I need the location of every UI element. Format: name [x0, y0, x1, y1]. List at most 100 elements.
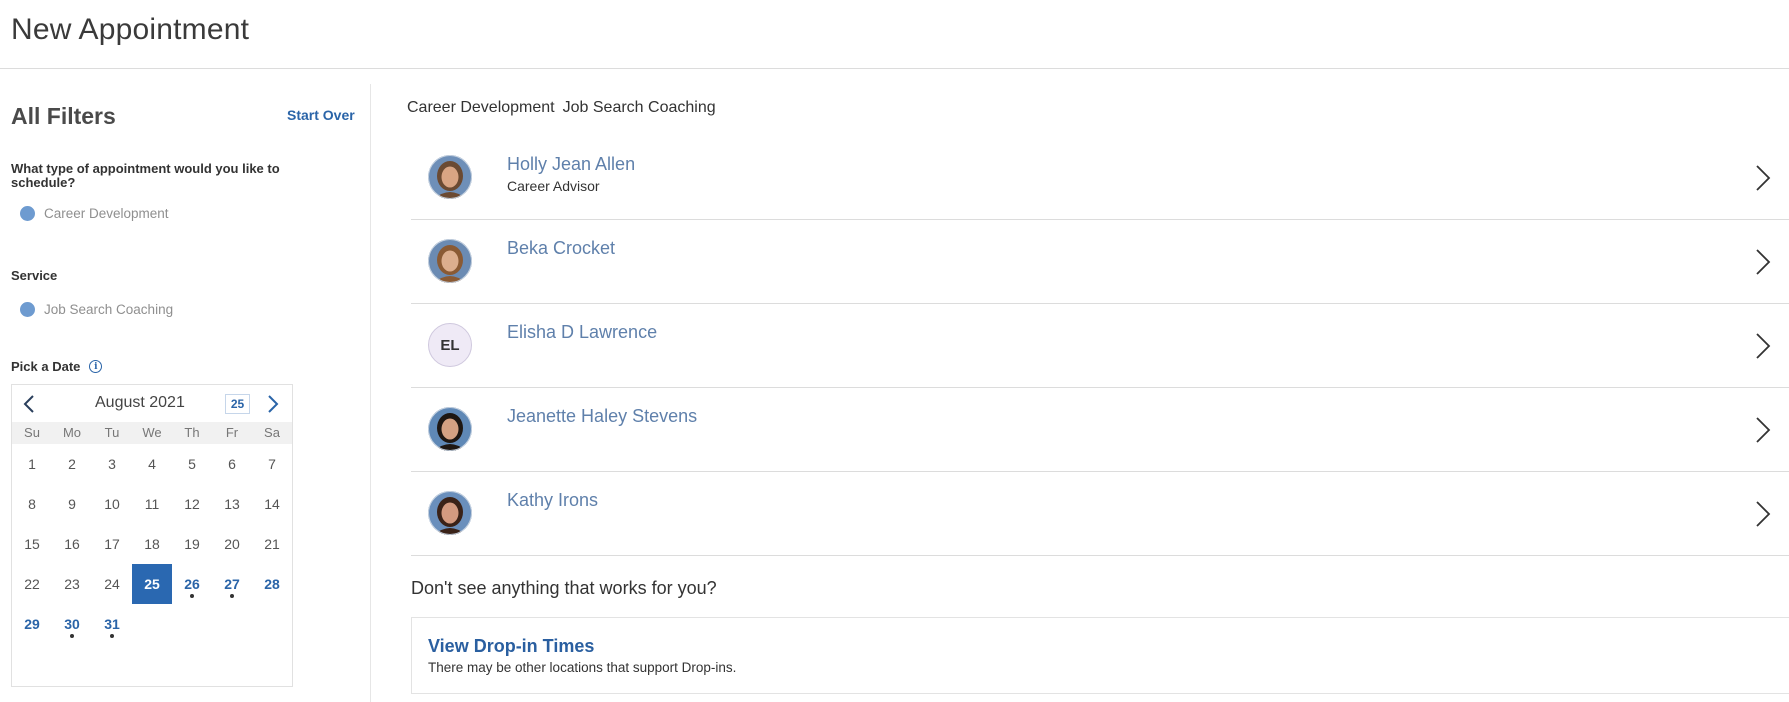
calendar-day: 3	[92, 444, 132, 484]
calendar-day-number: 30	[64, 616, 80, 632]
calendar-day: 1	[12, 444, 52, 484]
chevron-right-icon[interactable]	[1754, 500, 1772, 528]
calendar-day-number: 4	[148, 456, 156, 472]
calendar-day: 6	[212, 444, 252, 484]
weekday-label: We	[142, 425, 162, 440]
drop-in-subtitle: There may be other locations that suppor…	[428, 660, 737, 675]
chevron-right-icon[interactable]	[1754, 416, 1772, 444]
calendar-day: 12	[172, 484, 212, 524]
calendar-day-number: 29	[24, 616, 40, 632]
start-over-link[interactable]: Start Over	[287, 107, 355, 123]
staff-name-link[interactable]: Elisha D Lawrence	[507, 322, 657, 343]
calendar-day[interactable]: 26	[172, 564, 212, 604]
appointment-type-question: What type of appointment would you like …	[11, 161, 280, 190]
calendar-day[interactable]: 25	[132, 564, 172, 604]
calendar-day[interactable]: 30	[52, 604, 92, 644]
calendar-day-number: 9	[68, 496, 76, 512]
calendar-month-label: August 2021	[95, 394, 185, 411]
calendar-day: 13	[212, 484, 252, 524]
calendar-day-number: 18	[144, 536, 160, 552]
calendar-day-number: 20	[224, 536, 240, 552]
calendar-day-grid: 1 2 3 4 5 6 7 8 9 10 11 12 13 14 15 16 17 18 19 20 21 22 23 24 2…	[12, 444, 292, 644]
drop-in-link[interactable]: View Drop-in Times	[428, 636, 594, 657]
chevron-right-icon[interactable]	[263, 393, 283, 415]
avatar-photo	[428, 239, 472, 283]
calendar-day: 23	[52, 564, 92, 604]
calendar-day-number: 8	[28, 496, 36, 512]
drop-in-card[interactable]: View Drop-in Times There may be other lo…	[411, 617, 1789, 694]
calendar-day-number: 7	[268, 456, 276, 472]
weekday-label: Fr	[225, 425, 239, 440]
calendar-day-number: 23	[64, 576, 80, 592]
calendar-day[interactable]: 29	[12, 604, 52, 644]
calendar-day: 18	[132, 524, 172, 564]
staff-row[interactable]: Holly Jean Allen Career Advisor	[411, 136, 1789, 220]
radio-selected-icon	[20, 206, 35, 221]
calendar-day-number: 10	[104, 496, 120, 512]
appointment-type-label: Career Development	[44, 206, 169, 221]
staff-row[interactable]: EL Elisha D Lawrence	[411, 304, 1789, 388]
weekday-label: Tu	[104, 425, 120, 440]
avatar-photo	[428, 491, 472, 535]
chevron-right-icon[interactable]	[1754, 248, 1772, 276]
calendar-day[interactable]: 28	[252, 564, 292, 604]
service-label: Service	[11, 268, 58, 283]
sidebar-divider	[370, 84, 371, 702]
weekday-label: Sa	[264, 425, 280, 440]
avatar-photo	[428, 155, 472, 199]
calendar-day: 19	[172, 524, 212, 564]
calendar-day: 17	[92, 524, 132, 564]
calendar-day: 9	[52, 484, 92, 524]
date-picker-calendar: August 2021 25 Su Mo Tu We Th Fr Sa 1234…	[11, 384, 293, 687]
staff-name-link[interactable]: Jeanette Haley Stevens	[507, 406, 697, 427]
calendar-day: 14	[252, 484, 292, 524]
calendar-day: 8	[12, 484, 52, 524]
calendar-day: 10	[92, 484, 132, 524]
staff-row[interactable]: Kathy Irons	[411, 472, 1789, 556]
calendar-day-number: 28	[264, 576, 280, 592]
calendar-day-number: 11	[144, 496, 160, 512]
chevron-right-icon[interactable]	[1754, 332, 1772, 360]
calendar-day-number: 5	[188, 456, 196, 472]
service-option[interactable]: Job Search Coaching	[20, 302, 173, 317]
calendar-day-number: 12	[184, 496, 200, 512]
calendar-day: 20	[212, 524, 252, 564]
filter-breadcrumb: Career Development Job Search Coaching	[407, 99, 716, 117]
calendar-day: 24	[92, 564, 132, 604]
calendar-day[interactable]: 27	[212, 564, 252, 604]
calendar-day: 4	[132, 444, 172, 484]
calendar-day-number: 24	[104, 576, 120, 592]
availability-dot	[110, 634, 114, 638]
pick-date-label: Pick a Date i	[11, 359, 103, 374]
staff-name-link[interactable]: Beka Crocket	[507, 238, 615, 259]
calendar-day[interactable]: 31	[92, 604, 132, 644]
availability-dot	[70, 634, 74, 638]
avatar-initials: EL	[428, 323, 472, 367]
appointment-type-option[interactable]: Career Development	[20, 206, 169, 221]
calendar-day-number: 26	[184, 576, 200, 592]
weekday-label: Su	[24, 425, 40, 440]
breadcrumb-item: Job Search Coaching	[562, 99, 716, 116]
calendar-day: 7	[252, 444, 292, 484]
calendar-day-number: 17	[104, 536, 120, 552]
info-icon[interactable]: i	[89, 360, 103, 373]
calendar-day-number: 16	[64, 536, 80, 552]
calendar-day-number: 31	[104, 616, 120, 632]
staff-row[interactable]: Jeanette Haley Stevens	[411, 388, 1789, 472]
chevron-right-icon[interactable]	[1754, 164, 1772, 192]
weekday-label: Th	[184, 425, 200, 440]
calendar-day-number: 19	[184, 536, 200, 552]
calendar-today-button[interactable]: 25	[225, 394, 250, 414]
calendar-day: 22	[12, 564, 52, 604]
chevron-left-icon[interactable]	[20, 393, 40, 415]
staff-name-link[interactable]: Holly Jean Allen	[507, 154, 635, 175]
calendar-day-number: 2	[68, 456, 76, 472]
calendar-day: 5	[172, 444, 212, 484]
staff-list: Holly Jean Allen Career Advisor Beka Crock…	[411, 136, 1789, 556]
calendar-day-number: 6	[228, 456, 236, 472]
staff-row[interactable]: Beka Crocket	[411, 220, 1789, 304]
calendar-header: August 2021 25	[12, 385, 292, 422]
staff-name-link[interactable]: Kathy Irons	[507, 490, 598, 511]
staff-title: Career Advisor	[507, 178, 600, 194]
calendar-day: 21	[252, 524, 292, 564]
